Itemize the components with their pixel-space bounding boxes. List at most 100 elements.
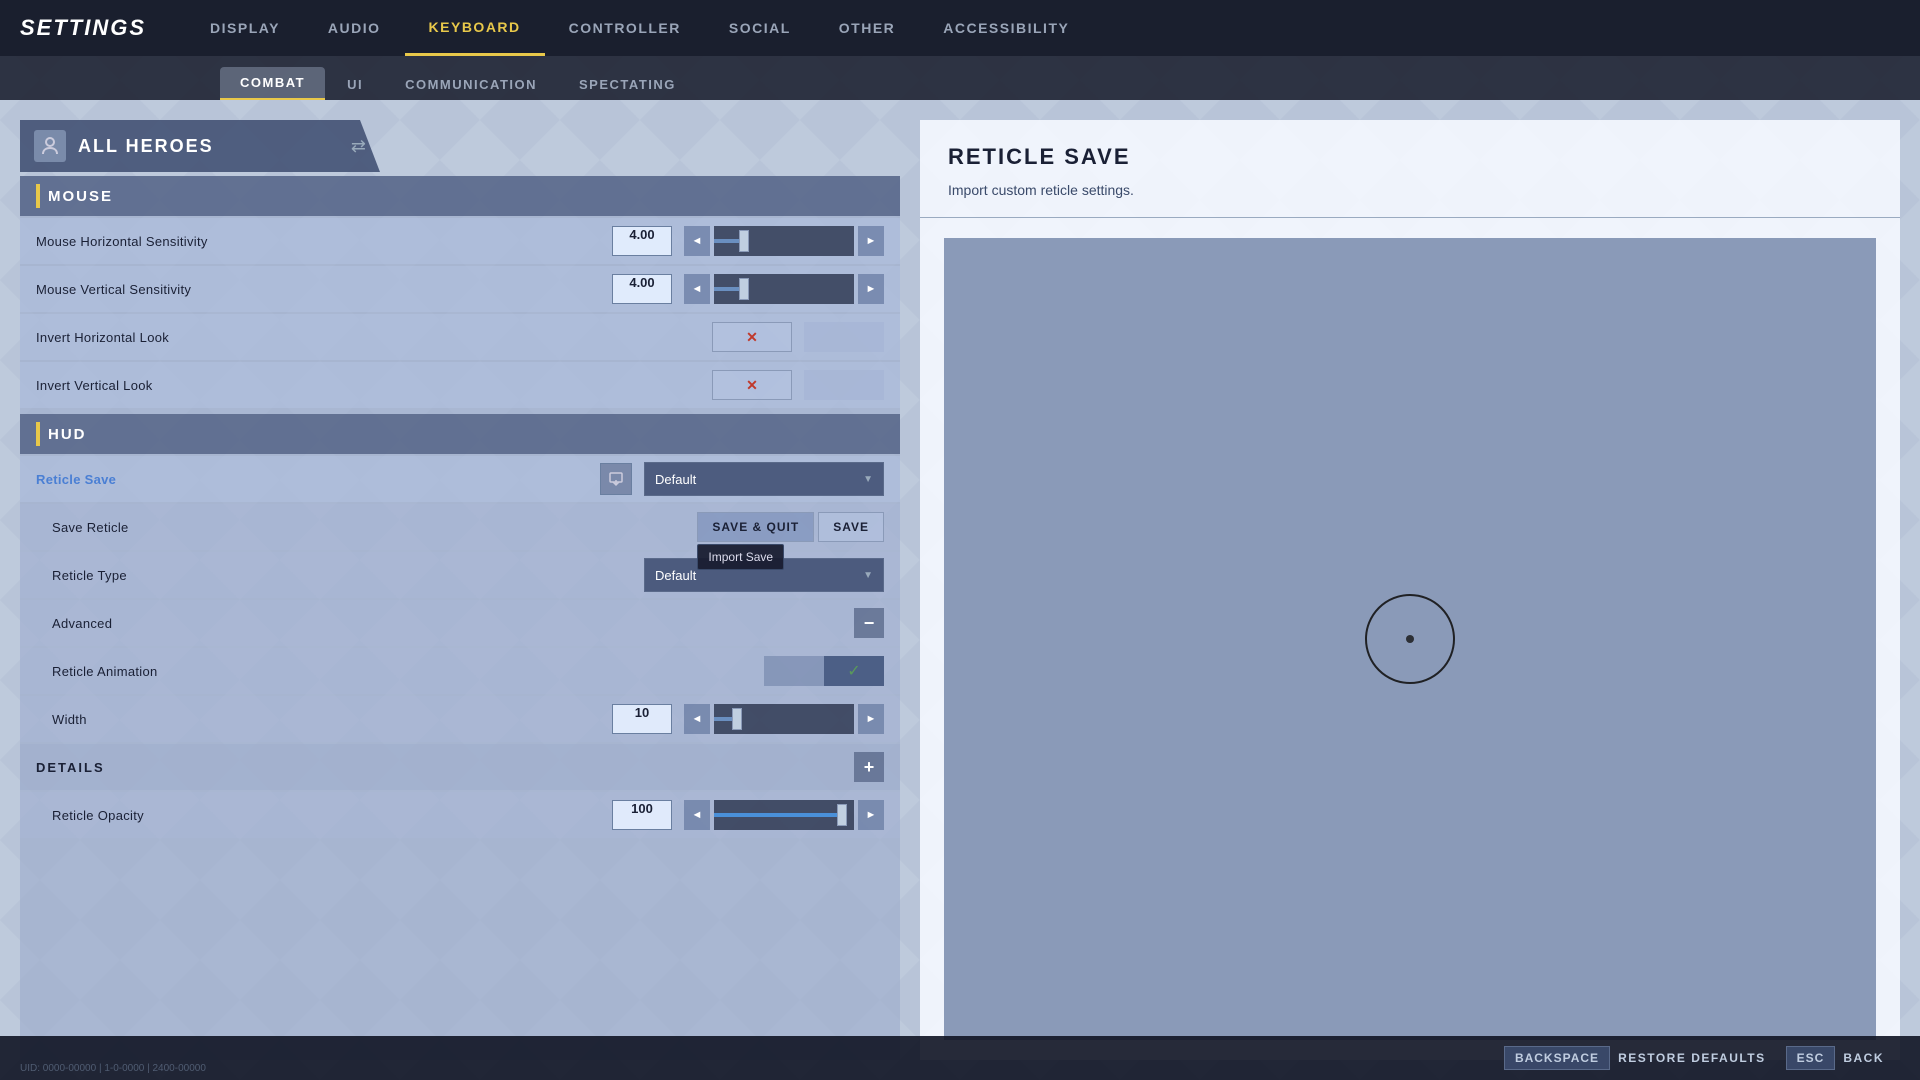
- width-value[interactable]: 10: [612, 704, 672, 734]
- invert-v-row: Invert Vertical Look ✕: [20, 362, 900, 408]
- mouse-section-header: MOUSE: [20, 176, 900, 216]
- reticle-inner-dot: [1406, 635, 1414, 643]
- mouse-v-sens-row: Mouse Vertical Sensitivity 4.00 ◄ ►: [20, 266, 900, 312]
- restore-defaults-label: RESTORE DEFAULTS: [1618, 1051, 1766, 1065]
- reticle-save-arrow: ▼: [863, 474, 873, 485]
- right-panel-header: RETICLE SAVE Import custom reticle setti…: [920, 120, 1900, 218]
- details-row: DETAILS +: [20, 744, 900, 790]
- save-reticle-label: Save Reticle: [52, 520, 685, 535]
- mouse-section-indicator: [36, 184, 40, 208]
- reticle-animation-label: Reticle Animation: [52, 664, 752, 679]
- left-panel: ALL HEROES ⇄ MOUSE Mouse Horizontal Sens…: [20, 120, 900, 1060]
- uid-text: UID: 0000-00000 | 1-0-0000 | 2400-00000: [20, 1063, 206, 1074]
- nav-social[interactable]: SOCIAL: [705, 0, 815, 56]
- backspace-key: BACKSPACE: [1504, 1046, 1610, 1070]
- reticle-save-value: Default: [655, 472, 696, 487]
- nav-items: DISPLAY AUDIO KEYBOARD CONTROLLER SOCIAL…: [186, 0, 1093, 56]
- mouse-h-sens-slider: ◄ ►: [684, 226, 884, 256]
- reticle-opacity-label: Reticle Opacity: [52, 808, 600, 823]
- details-expand-btn[interactable]: +: [854, 752, 884, 782]
- nav-keyboard[interactable]: KEYBOARD: [405, 0, 545, 56]
- reticle-opacity-slider: ◄ ►: [684, 800, 884, 830]
- reticle-opacity-inc[interactable]: ►: [858, 800, 884, 830]
- invert-v-label: Invert Vertical Look: [36, 378, 700, 393]
- mouse-v-sens-slider: ◄ ►: [684, 274, 884, 304]
- right-panel-title: RETICLE SAVE: [948, 144, 1872, 170]
- reticle-import-btn[interactable]: [600, 463, 632, 495]
- invert-v-bg: [804, 370, 884, 400]
- save-btn[interactable]: SAVE: [818, 512, 884, 542]
- tab-ui[interactable]: UI: [327, 69, 383, 100]
- save-controls: SAVE & QUIT Import Save SAVE: [697, 512, 884, 542]
- nav-display[interactable]: DISPLAY: [186, 0, 304, 56]
- mouse-h-sens-label: Mouse Horizontal Sensitivity: [36, 234, 600, 249]
- width-label: Width: [52, 712, 600, 727]
- width-inc[interactable]: ►: [858, 704, 884, 734]
- invert-h-toggle[interactable]: ✕: [712, 322, 792, 352]
- nav-audio[interactable]: AUDIO: [304, 0, 405, 56]
- reticle-type-label: Reticle Type: [52, 568, 632, 583]
- nav-accessibility[interactable]: ACCESSIBILITY: [919, 0, 1093, 56]
- reticle-opacity-value[interactable]: 100: [612, 800, 672, 830]
- tab-combat[interactable]: COMBAT: [220, 67, 325, 100]
- sub-tabs: COMBAT UI COMMUNICATION SPECTATING: [0, 56, 1920, 100]
- reticle-animation-toggle: ✓: [764, 656, 884, 686]
- esc-btn[interactable]: ESC BACK: [1786, 1046, 1900, 1070]
- width-slider: ◄ ►: [684, 704, 884, 734]
- settings-panel: MOUSE Mouse Horizontal Sensitivity 4.00 …: [20, 176, 900, 1060]
- save-reticle-row: Save Reticle SAVE & QUIT Import Save SAV…: [20, 504, 900, 550]
- invert-v-toggle[interactable]: ✕: [712, 370, 792, 400]
- tab-spectating[interactable]: SPECTATING: [559, 69, 696, 100]
- backspace-btn[interactable]: BACKSPACE RESTORE DEFAULTS: [1504, 1046, 1782, 1070]
- mouse-h-sens-inc[interactable]: ►: [858, 226, 884, 256]
- mouse-v-sens-track[interactable]: [714, 274, 854, 304]
- nav-controller[interactable]: CONTROLLER: [545, 0, 705, 56]
- reticle-type-value: Default: [655, 568, 696, 583]
- mouse-v-sens-dec[interactable]: ◄: [684, 274, 710, 304]
- back-label: BACK: [1843, 1051, 1884, 1065]
- check-btn[interactable]: ✓: [824, 656, 884, 686]
- mouse-section-title: MOUSE: [48, 188, 113, 205]
- hero-icon: [34, 130, 66, 162]
- reticle-opacity-row: Reticle Opacity 100 ◄ ►: [20, 792, 900, 838]
- mouse-h-sens-row: Mouse Horizontal Sensitivity 4.00 ◄ ►: [20, 218, 900, 264]
- top-nav: SETTINGS DISPLAY AUDIO KEYBOARD CONTROLL…: [0, 0, 1920, 56]
- mouse-h-sens-dec[interactable]: ◄: [684, 226, 710, 256]
- nav-other[interactable]: OTHER: [815, 0, 920, 56]
- hero-name: ALL HEROES: [78, 136, 339, 157]
- advanced-row: Advanced −: [20, 600, 900, 646]
- reticle-preview: [944, 238, 1876, 1040]
- advanced-collapse-btn[interactable]: −: [854, 608, 884, 638]
- hud-section-title: HUD: [48, 426, 87, 443]
- esc-key: ESC: [1786, 1046, 1836, 1070]
- reticle-type-arrow: ▼: [863, 570, 873, 581]
- mouse-h-sens-track[interactable]: [714, 226, 854, 256]
- width-dec[interactable]: ◄: [684, 704, 710, 734]
- hero-swap-icon[interactable]: ⇄: [351, 136, 366, 157]
- main-content: ALL HEROES ⇄ MOUSE Mouse Horizontal Sens…: [0, 100, 1920, 1080]
- invert-h-label: Invert Horizontal Look: [36, 330, 700, 345]
- reticle-outer-circle: [1365, 594, 1455, 684]
- details-label: DETAILS: [36, 760, 842, 775]
- bottom-bar: BACKSPACE RESTORE DEFAULTS ESC BACK: [0, 1036, 1920, 1080]
- check-bg: [764, 656, 824, 686]
- tab-communication[interactable]: COMMUNICATION: [385, 69, 557, 100]
- reticle-opacity-dec[interactable]: ◄: [684, 800, 710, 830]
- invert-h-bg: [804, 322, 884, 352]
- width-row: Width 10 ◄ ►: [20, 696, 900, 742]
- mouse-h-sens-value[interactable]: 4.00: [612, 226, 672, 256]
- import-save-wrapper: SAVE & QUIT Import Save: [697, 512, 814, 542]
- reticle-save-dropdown[interactable]: Default ▼: [644, 462, 884, 496]
- mouse-v-sens-inc[interactable]: ►: [858, 274, 884, 304]
- reticle-opacity-track[interactable]: [714, 800, 854, 830]
- right-panel: RETICLE SAVE Import custom reticle setti…: [920, 120, 1900, 1060]
- hero-selector[interactable]: ALL HEROES ⇄: [20, 120, 380, 172]
- right-panel-desc: Import custom reticle settings.: [948, 180, 1872, 201]
- mouse-v-sens-value[interactable]: 4.00: [612, 274, 672, 304]
- reticle-save-row: Reticle Save Default ▼: [20, 456, 900, 502]
- width-track[interactable]: [714, 704, 854, 734]
- hud-section-indicator: [36, 422, 40, 446]
- import-save-btn[interactable]: SAVE & QUIT: [697, 512, 814, 542]
- settings-logo: SETTINGS: [20, 15, 146, 41]
- import-save-tooltip: Import Save: [697, 544, 784, 570]
